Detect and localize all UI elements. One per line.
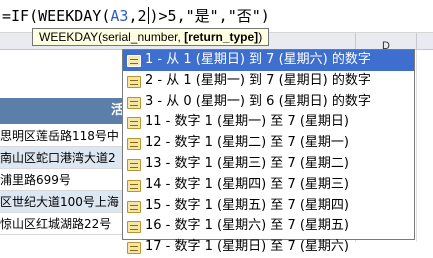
autocomplete-option-label: 15 - 数字 1 (星期五) 至 7 (星期四) (145, 197, 349, 213)
formula-suffix: )>5,"是","否") (149, 7, 270, 25)
autocomplete-option[interactable]: 11 - 数字 1 (星期一) 至 7 (星期日) (123, 112, 414, 133)
column-header-d[interactable]: D (356, 33, 416, 52)
autocomplete-option-label: 11 - 数字 1 (星期一) 至 7 (星期日) (145, 114, 349, 130)
formula-prefix: =IF(WEEKDAY( (2, 7, 111, 25)
autocomplete-option[interactable]: 2 - 从 1 (星期一) 到 7 (星期日) 的数字 (123, 71, 414, 92)
enum-value-icon (127, 242, 141, 255)
enum-value-icon (127, 117, 141, 130)
argument-autocomplete-list[interactable]: 1 - 从 1 (星期日) 到 7 (星期六) 的数字 2 - 从 1 (星期一… (122, 49, 415, 255)
formula-cell-reference: A3 (110, 7, 129, 25)
autocomplete-option[interactable]: 13 - 数字 1 (星期三) 至 7 (星期二) (123, 154, 414, 175)
tooltip-current-argument: [return_type] (184, 30, 259, 44)
autocomplete-option[interactable]: 14 - 数字 1 (星期四) 至 7 (星期三) (123, 175, 414, 196)
enum-value-icon (127, 158, 141, 171)
autocomplete-option-label: 2 - 从 1 (星期一) 到 7 (星期日) 的数字 (145, 72, 371, 88)
autocomplete-option-label: 16 - 数字 1 (星期六) 至 7 (星期五) (145, 218, 349, 234)
text-cursor (147, 7, 149, 24)
enum-value-icon (127, 221, 141, 234)
autocomplete-option-label: 13 - 数字 1 (星期三) 至 7 (星期二) (145, 155, 349, 171)
autocomplete-option[interactable]: 12 - 数字 1 (星期二) 至 7 (星期一) (123, 133, 414, 154)
enum-value-icon (127, 96, 141, 109)
enum-value-icon (127, 55, 141, 67)
autocomplete-option[interactable]: 16 - 数字 1 (星期六) 至 7 (星期五) (123, 216, 414, 237)
grid-line (416, 50, 417, 242)
autocomplete-option-label: 1 - 从 1 (星期日) 到 7 (星期六) 的数字 (145, 52, 371, 67)
enum-value-icon (127, 179, 141, 192)
tooltip-signature-prefix: WEEKDAY(serial_number, (39, 30, 185, 44)
autocomplete-option[interactable]: 17 - 数字 1 (星期日) 至 7 (星期六) (123, 237, 414, 258)
enum-value-icon (127, 200, 141, 213)
autocomplete-option[interactable]: 1 - 从 1 (星期日) 到 7 (星期六) 的数字 (123, 50, 414, 71)
enum-value-icon (127, 75, 141, 88)
column-divider (416, 33, 417, 49)
formula-input[interactable]: =IF(WEEKDAY(A3,2)>5,"是","否") (2, 5, 270, 27)
autocomplete-option-label: 12 - 数字 1 (星期二) 至 7 (星期一) (145, 135, 349, 151)
autocomplete-option-label: 14 - 数字 1 (星期四) 至 7 (星期三) (145, 176, 349, 192)
function-signature-tooltip: WEEKDAY(serial_number, [return_type]) (32, 28, 270, 46)
autocomplete-option[interactable]: 15 - 数字 1 (星期五) 至 7 (星期四) (123, 196, 414, 217)
autocomplete-option-label: 3 - 从 0 (星期一) 到 6 (星期日) 的数字 (145, 93, 371, 109)
autocomplete-option[interactable]: 3 - 从 0 (星期一) 到 6 (星期日) 的数字 (123, 92, 414, 113)
tooltip-signature-suffix: ) (258, 30, 263, 44)
enum-value-icon (127, 138, 141, 151)
autocomplete-option-label: 17 - 数字 1 (星期日) 至 7 (星期六) (145, 239, 349, 255)
formula-argument: ,2 (128, 7, 147, 25)
